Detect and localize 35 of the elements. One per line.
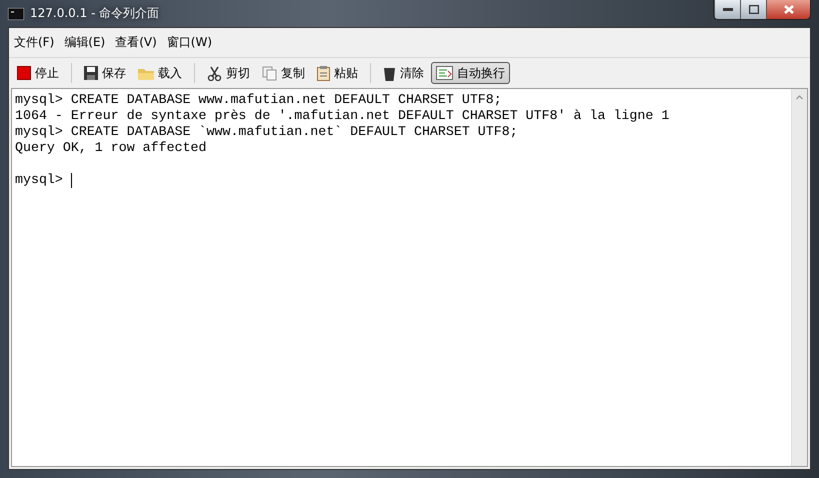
menu-item[interactable]: 查看(V)	[115, 34, 157, 51]
console-icon	[8, 8, 24, 20]
console-line: mysql> CREATE DATABASE www.mafutian.net DEFAULT CHARSET UTF8;	[15, 92, 502, 108]
close-button[interactable]	[766, 0, 810, 19]
toolbar-button[interactable]: 停止	[12, 62, 64, 84]
toolbar-button[interactable]: 复制	[257, 62, 310, 84]
minimize-button[interactable]	[714, 0, 740, 19]
console-prompt: mysql>	[15, 172, 64, 188]
folder-icon	[138, 66, 154, 80]
text-cursor	[70, 172, 72, 188]
stop-icon	[17, 66, 31, 80]
console-output[interactable]	[11, 88, 808, 467]
toolbar-button[interactable]: 清除	[378, 62, 429, 84]
scissors-icon	[207, 66, 222, 80]
trash-can-icon	[383, 66, 396, 80]
close-icon	[784, 5, 794, 14]
toolbar-button[interactable]: 自动换行	[431, 62, 510, 84]
toolbar-button[interactable]: 粘贴	[312, 62, 363, 84]
menu-item[interactable]: 文件(F)	[14, 34, 54, 51]
scroll-bar[interactable]	[791, 89, 807, 466]
maximize-button[interactable]	[740, 0, 766, 19]
toolbar-button[interactable]: 剪切	[202, 62, 255, 84]
window-title: 127.0.0.1 - 命令列介面	[30, 5, 160, 22]
minimize-icon	[722, 8, 732, 11]
text-wrap-icon	[436, 66, 453, 80]
console-line: mysql> CREATE DATABASE `www.mafutian.net` DEFAULT CHARSET UTF8;	[15, 124, 518, 140]
console-line: Query OK, 1 row affected	[15, 140, 207, 156]
copy-icon	[262, 66, 277, 80]
menu-item[interactable]: 窗口(W)	[166, 34, 212, 51]
console-line: 1064 - Erreur de syntaxe près de '.mafutian.net DEFAULT CHARSET UTF8' à la ligne 1	[15, 108, 670, 124]
toolbar-button[interactable]: 载入	[133, 62, 187, 84]
maximize-icon	[748, 5, 758, 14]
clipboard-icon	[317, 66, 330, 80]
toolbar-button[interactable]: 保存	[79, 62, 131, 84]
menu-item[interactable]: 编辑(E)	[64, 34, 106, 51]
